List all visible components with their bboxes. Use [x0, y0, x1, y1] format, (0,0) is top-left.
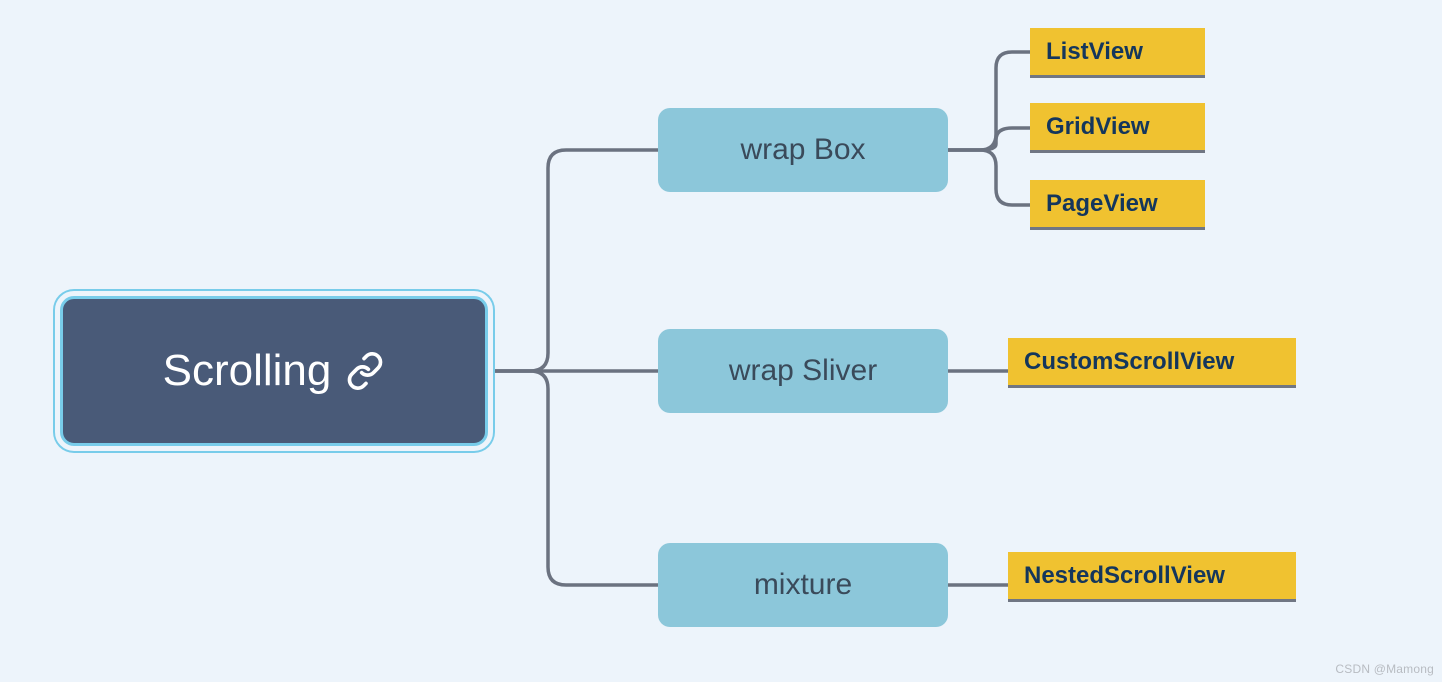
leaf-label: NestedScrollView — [1024, 562, 1225, 590]
leaf-label: PageView — [1046, 190, 1158, 218]
root-node-scrolling[interactable]: Scrolling — [60, 296, 488, 446]
leaf-node-nestedscrollview[interactable]: NestedScrollView — [1008, 552, 1296, 602]
branch-node-mixture[interactable]: mixture — [658, 543, 948, 627]
leaf-label: CustomScrollView — [1024, 348, 1234, 376]
link-icon — [345, 351, 385, 391]
branch-label: mixture — [754, 568, 852, 602]
branch-node-wrap-sliver[interactable]: wrap Sliver — [658, 329, 948, 413]
watermark-text: CSDN @Mamong — [1335, 662, 1434, 676]
branch-node-wrap-box[interactable]: wrap Box — [658, 108, 948, 192]
leaf-node-customscrollview[interactable]: CustomScrollView — [1008, 338, 1296, 388]
branch-label: wrap Box — [740, 133, 865, 167]
leaf-node-listview[interactable]: ListView — [1030, 28, 1205, 78]
leaf-node-gridview[interactable]: GridView — [1030, 103, 1205, 153]
leaf-node-pageview[interactable]: PageView — [1030, 180, 1205, 230]
leaf-label: ListView — [1046, 38, 1143, 66]
leaf-label: GridView — [1046, 113, 1150, 141]
root-label: Scrolling — [163, 346, 332, 396]
branch-label: wrap Sliver — [729, 354, 877, 388]
